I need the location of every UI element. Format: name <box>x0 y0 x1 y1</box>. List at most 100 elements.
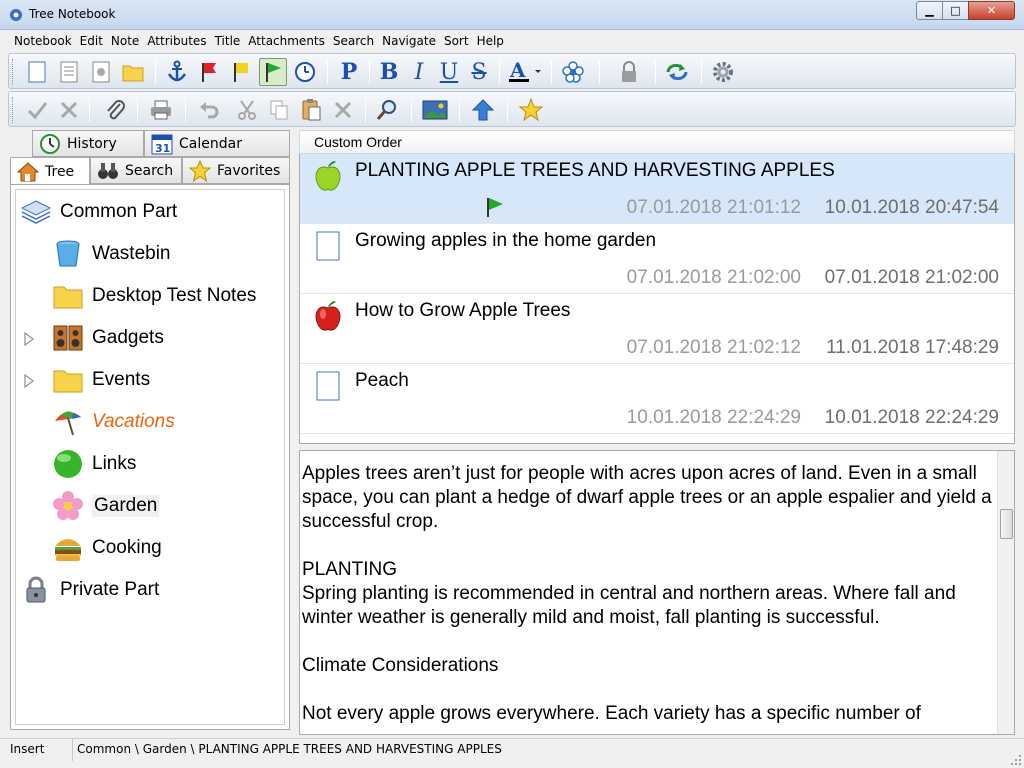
toolbar-grip[interactable] <box>12 59 15 85</box>
folder-icon <box>53 370 83 393</box>
insert-image-button[interactable] <box>421 96 449 124</box>
tab-tree[interactable]: Tree <box>10 157 90 185</box>
sort-order-header[interactable]: Custom Order <box>299 130 1015 154</box>
maximize-button[interactable]: □ <box>942 1 969 20</box>
note-row[interactable]: Peach 10.01.2018 22:24:29 10.01.2018 22:… <box>300 364 1014 434</box>
anchor-icon <box>167 60 187 82</box>
note-row[interactable]: PLANTING APPLE TREES AND HARVESTING APPL… <box>300 154 1014 224</box>
attach-button[interactable] <box>101 96 129 124</box>
bold-button[interactable]: B <box>375 58 403 86</box>
find-button[interactable] <box>373 96 401 124</box>
printer-icon <box>151 100 171 120</box>
menu-attachments[interactable]: Attachments <box>244 31 329 48</box>
menu-search[interactable]: Search <box>329 31 378 48</box>
menu-title[interactable]: Title <box>211 31 245 48</box>
tab-favorites[interactable]: Favorites <box>182 157 290 184</box>
move-up-button[interactable] <box>469 96 497 124</box>
tree-node-label: Desktop Test Notes <box>92 285 257 306</box>
wastebin-icon <box>56 240 80 267</box>
check-button[interactable] <box>23 96 51 124</box>
star-icon <box>189 159 211 182</box>
paragraph-style-button[interactable]: P <box>335 58 363 86</box>
beach-umbrella-icon <box>55 411 81 436</box>
toolbar-grip[interactable] <box>12 97 15 123</box>
red-flag-icon <box>202 63 216 82</box>
tree-node-gadgets[interactable]: Gadgets <box>52 318 164 358</box>
resize-grip-icon[interactable] <box>1010 754 1022 766</box>
minimize-button[interactable]: ▁ <box>916 1 943 20</box>
paste-button[interactable] <box>297 96 325 124</box>
undo-button[interactable] <box>195 96 223 124</box>
anchor-button[interactable] <box>163 58 191 86</box>
menu-edit[interactable]: Edit <box>76 31 107 48</box>
editor-paragraph: Apples trees aren’t just for people with… <box>302 463 992 532</box>
red-flag-button[interactable] <box>195 58 223 86</box>
menu-navigate[interactable]: Navigate <box>378 31 440 48</box>
strikethrough-button[interactable]: S <box>465 58 493 86</box>
scrollbar-thumb[interactable] <box>1000 509 1013 539</box>
tree-node-wastebin[interactable]: Wastebin <box>52 234 171 274</box>
menu-notebook[interactable]: Notebook <box>10 31 76 48</box>
sync-button[interactable] <box>663 58 691 86</box>
green-flag-button[interactable] <box>259 58 287 86</box>
tree-node-events[interactable]: Events <box>52 360 150 400</box>
note-row[interactable]: Growing apples in the home garden 07.01.… <box>300 224 1014 294</box>
expand-arrow-icon[interactable] <box>24 374 34 388</box>
undo-icon <box>200 102 219 119</box>
strikethrough-icon: S <box>471 59 487 85</box>
lock-icon <box>26 576 46 603</box>
tree-node-common-part[interactable]: Common Part <box>20 192 177 232</box>
close-button[interactable]: ✕ <box>968 1 1015 20</box>
tree-node-cooking[interactable]: Cooking <box>52 528 162 568</box>
new-note-button[interactable] <box>23 58 51 86</box>
paragraph-icon: P <box>340 59 358 85</box>
tree-node-desktop-test-notes[interactable]: Desktop Test Notes <box>52 276 256 316</box>
clock-button[interactable] <box>291 58 319 86</box>
tab-calendar[interactable]: 31 Calendar <box>144 130 290 157</box>
cancel-button[interactable] <box>55 96 83 124</box>
italic-button[interactable]: I <box>405 58 433 86</box>
note-row[interactable]: How to Grow Apple Trees 07.01.2018 21:02… <box>300 294 1014 364</box>
note-title: Growing apples in the home garden <box>355 230 657 251</box>
picture-icon <box>422 100 448 120</box>
tree-node-links[interactable]: Links <box>52 444 136 484</box>
lock-icon <box>622 61 636 82</box>
green-apple-icon <box>315 161 341 191</box>
tree-node-vacations[interactable]: Vacations <box>52 402 175 442</box>
settings-button[interactable] <box>709 58 737 86</box>
editor-scrollbar[interactable] <box>997 451 1014 734</box>
editor-content[interactable]: Apples trees aren’t just for people with… <box>302 462 998 734</box>
new-text-note-button[interactable] <box>55 58 83 86</box>
note-created-date: 10.01.2018 22:24:29 <box>626 407 801 428</box>
favorite-button[interactable] <box>517 96 545 124</box>
note-editor[interactable]: Apples trees aren’t just for people with… <box>299 450 1015 735</box>
print-button[interactable] <box>147 96 175 124</box>
delete-button[interactable] <box>329 96 357 124</box>
left-tabs-top-row: History 31 Calendar <box>10 130 290 157</box>
green-flag-icon <box>266 63 281 82</box>
new-folder-button[interactable] <box>119 58 147 86</box>
history-clock-icon <box>40 133 60 154</box>
yellow-flag-button[interactable] <box>227 58 255 86</box>
lock-button[interactable] <box>615 58 643 86</box>
tab-search[interactable]: Search <box>90 157 182 184</box>
note-icon-button[interactable] <box>559 58 587 86</box>
tree-node-garden[interactable]: Garden <box>52 486 160 526</box>
tree-node-label: Links <box>92 453 137 474</box>
tab-history[interactable]: History <box>32 130 144 157</box>
editor-heading: PLANTING <box>302 559 398 580</box>
editor-paragraph: Spring planting is recommended in centra… <box>302 583 956 628</box>
font-color-button[interactable]: A <box>505 58 545 86</box>
menu-sort[interactable]: Sort <box>440 31 473 48</box>
menu-attributes[interactable]: Attributes <box>143 31 210 48</box>
menu-note[interactable]: Note <box>107 31 143 48</box>
tree-node-private-part[interactable]: Private Part <box>20 570 159 610</box>
burger-icon <box>55 539 81 561</box>
menu-help[interactable]: Help <box>473 31 508 48</box>
underline-button[interactable]: U <box>435 58 463 86</box>
copy-button[interactable] <box>265 96 293 124</box>
new-image-note-button[interactable] <box>87 58 115 86</box>
italic-icon: I <box>414 59 424 85</box>
expand-arrow-icon[interactable] <box>24 332 34 346</box>
cut-button[interactable] <box>233 96 261 124</box>
